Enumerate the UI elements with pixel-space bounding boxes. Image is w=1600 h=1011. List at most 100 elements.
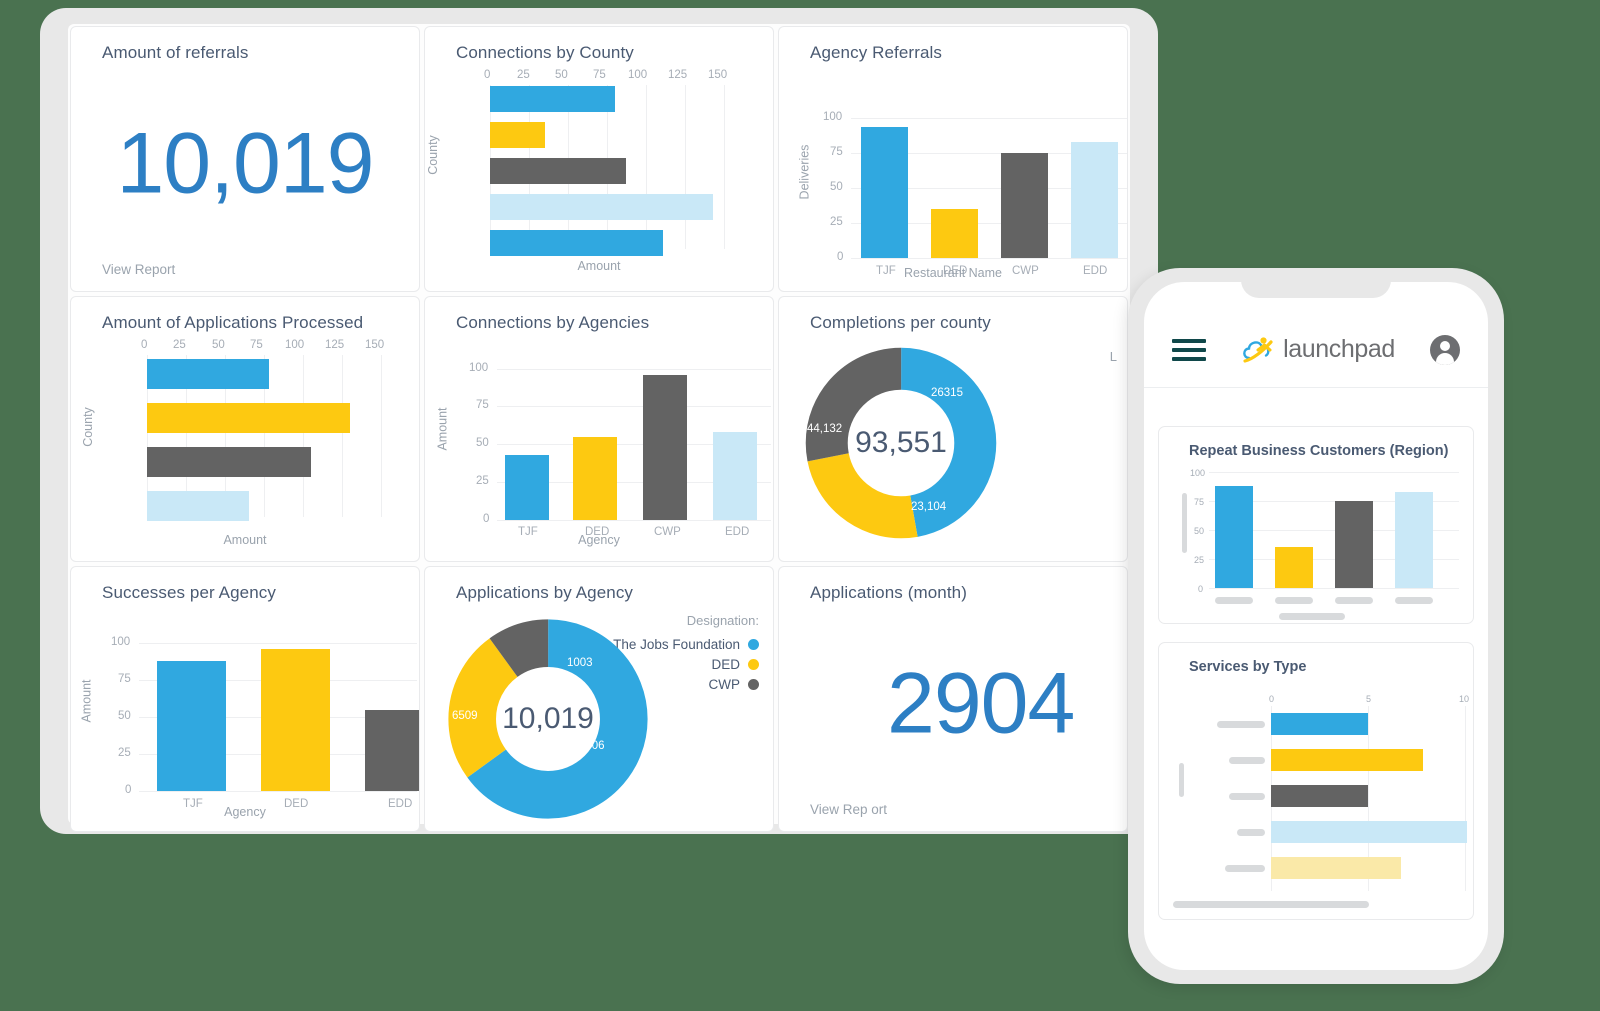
- card-title: Applications (month): [810, 583, 967, 602]
- bar[interactable]: [1275, 547, 1313, 588]
- gridline: [646, 85, 647, 249]
- card-amount-of-applications-processed[interactable]: Amount of Applications Processed 0 25 50…: [70, 296, 420, 562]
- bar[interactable]: [1395, 492, 1433, 588]
- x-label-placeholder: [1335, 597, 1373, 604]
- bar[interactable]: [490, 230, 663, 256]
- x-tick: 150: [708, 69, 728, 81]
- bar[interactable]: [1271, 857, 1401, 879]
- chart-scroll-thumb[interactable]: [1179, 763, 1184, 797]
- y-tick: 50: [476, 437, 489, 449]
- x-tick: 100: [628, 69, 648, 81]
- phone-screen: launchpad Repeat Business Customers (Reg…: [1144, 282, 1488, 970]
- x-tick: 5: [1366, 694, 1372, 704]
- gridline: [724, 85, 725, 249]
- slice-label: 6509: [452, 710, 478, 722]
- bar[interactable]: [490, 194, 713, 220]
- bar[interactable]: [573, 437, 617, 520]
- chart-scroll-thumb[interactable]: [1182, 493, 1187, 553]
- donut-completions-per-county[interactable]: 93,551 44,132 23,104 26315: [803, 345, 999, 541]
- view-report-link[interactable]: View Rep ort: [810, 802, 887, 817]
- bar[interactable]: [147, 359, 269, 389]
- bar[interactable]: [643, 375, 687, 520]
- x-axis-label: Agency: [578, 533, 620, 547]
- card-successes-per-agency[interactable]: Successes per Agency 100 75 50 25 0 TJF: [70, 566, 420, 832]
- bar[interactable]: [505, 455, 549, 520]
- y-tick: 75: [1194, 497, 1205, 507]
- bar[interactable]: [147, 447, 311, 477]
- bar[interactable]: [147, 403, 350, 433]
- y-tick: 25: [118, 747, 131, 759]
- chart-connections-by-agencies: 100 75 50 25 0 TJF DED CWP EDD Amount Ag…: [425, 297, 773, 561]
- bar[interactable]: [861, 127, 908, 258]
- bar[interactable]: [1215, 486, 1253, 588]
- card-agency-referrals[interactable]: Agency Referrals 100 75 50 25 0 TJF DED …: [778, 26, 1128, 292]
- hamburger-icon[interactable]: [1172, 338, 1206, 361]
- x-tick: 100: [285, 339, 305, 351]
- card-amount-of-referrals[interactable]: Amount of referrals 10,019 View Report: [70, 26, 420, 292]
- y-tick: 0: [837, 251, 844, 263]
- card-connections-by-county[interactable]: Connections by County 0 25 50 75 100 125…: [424, 26, 774, 292]
- y-tick: 100: [1190, 468, 1206, 478]
- gridline: [497, 520, 771, 521]
- app-logo: launchpad: [1241, 334, 1395, 366]
- view-report-link[interactable]: View Report: [102, 262, 175, 277]
- kpi-value: 10,019: [116, 115, 374, 212]
- bar[interactable]: [931, 209, 978, 258]
- x-axis-label: Agency: [224, 805, 266, 819]
- bar[interactable]: [713, 432, 757, 520]
- x-tick: 50: [212, 339, 225, 351]
- bar[interactable]: [490, 122, 545, 148]
- x-tick: 25: [517, 69, 530, 81]
- bar[interactable]: [147, 491, 249, 521]
- y-axis-label: County: [425, 135, 440, 175]
- slice-label: 2506: [579, 740, 605, 752]
- chart-repeat-business-customers: 100 75 50 25 0: [1159, 427, 1473, 623]
- bar[interactable]: [1335, 501, 1373, 588]
- chart-applications-processed: 0 25 50 75 100 125 150 County Amount: [71, 297, 419, 561]
- y-axis-label: Deliveries: [797, 144, 812, 200]
- desktop-device-shell: Amount of referrals 10,019 View Report C…: [40, 8, 1158, 834]
- bar[interactable]: [490, 86, 615, 112]
- y-tick: 50: [1194, 526, 1205, 536]
- y-tick: 0: [1198, 584, 1204, 594]
- x-tick: 50: [555, 69, 568, 81]
- chart-successes-per-agency: 100 75 50 25 0 TJF DED EDD Amount Agency: [71, 567, 419, 831]
- y-label-placeholder: [1229, 793, 1265, 800]
- card-applications-by-agency[interactable]: Applications by Agency Designation: The …: [424, 566, 774, 832]
- legend-color-swatch-icon: [748, 659, 759, 670]
- bar[interactable]: [157, 661, 226, 791]
- user-avatar-icon[interactable]: [1430, 334, 1460, 365]
- bar[interactable]: [490, 158, 626, 184]
- card-applications-month[interactable]: Applications (month) 2904 View Rep ort: [778, 566, 1128, 832]
- x-axis-label: Restaurant Name: [904, 266, 1002, 280]
- y-tick: 25: [476, 475, 489, 487]
- bar[interactable]: [261, 649, 330, 791]
- card-connections-by-agencies[interactable]: Connections by Agencies 100 75 50 25 0 T…: [424, 296, 774, 562]
- gridline: [381, 355, 382, 517]
- x-tick: 150: [365, 339, 385, 351]
- slice-label: 1003: [567, 657, 593, 669]
- mobile-card-services-by-type[interactable]: Services by Type 0 5 10: [1158, 642, 1474, 920]
- gridline: [1209, 588, 1459, 589]
- x-tick: 10: [1459, 694, 1470, 704]
- donut-applications-by-agency[interactable]: 10,019 6509 2506 1003: [448, 619, 648, 819]
- gridline: [1465, 706, 1466, 891]
- donut-center-value: 10,019: [502, 702, 594, 735]
- bar[interactable]: [1271, 713, 1368, 735]
- bar[interactable]: [1271, 749, 1423, 771]
- y-tick: 100: [469, 362, 489, 374]
- gridline: [139, 643, 417, 644]
- bar[interactable]: [1271, 821, 1467, 843]
- bar[interactable]: [365, 710, 419, 791]
- y-tick: 25: [1194, 555, 1205, 565]
- slice-label: 23,104: [911, 501, 947, 513]
- bar[interactable]: [1001, 153, 1048, 258]
- legend-title-cut: L: [1109, 349, 1117, 364]
- gridline: [303, 355, 304, 517]
- bar[interactable]: [1071, 142, 1118, 258]
- card-title: Completions per county: [810, 313, 991, 332]
- mobile-card-repeat-business-customers[interactable]: Repeat Business Customers (Region) 100 7…: [1158, 426, 1474, 624]
- bar[interactable]: [1271, 785, 1368, 807]
- card-completions-per-county[interactable]: Completions per county L 93,551 44,132 2…: [778, 296, 1128, 562]
- slice-label: 26315: [931, 387, 963, 399]
